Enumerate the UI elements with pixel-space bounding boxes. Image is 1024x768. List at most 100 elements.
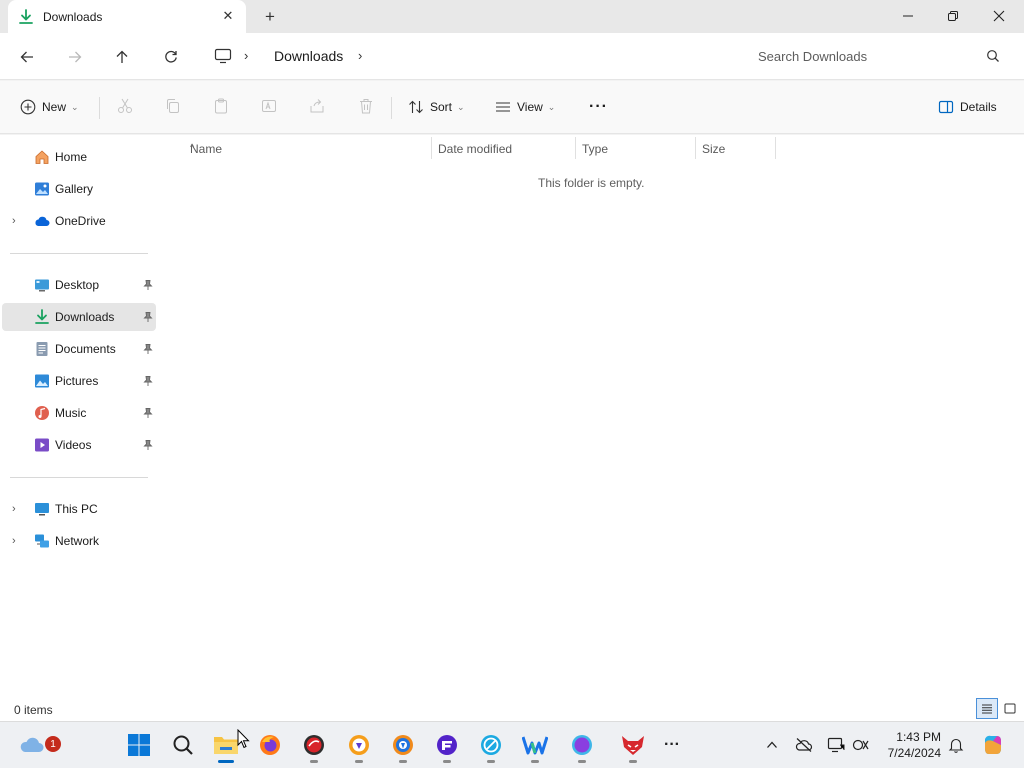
tiles-view-toggle[interactable] (999, 698, 1021, 719)
taskbar-app-purple[interactable] (432, 730, 462, 763)
taskbar-app-blue[interactable] (388, 730, 418, 763)
paste-icon[interactable] (212, 97, 230, 115)
firefox-icon (260, 735, 280, 755)
nav-item-pictures[interactable]: Pictures (2, 367, 156, 395)
column-header-date-modified[interactable]: Date modified (432, 135, 576, 161)
nav-item-downloads[interactable]: Downloads (2, 303, 156, 331)
network-tray-icon[interactable] (852, 736, 870, 754)
details-label: Details (960, 100, 997, 114)
rename-icon[interactable] (260, 97, 278, 115)
breadcrumb-chevron-icon[interactable]: › (244, 48, 248, 63)
running-indicator (487, 760, 495, 763)
taskbar-app-red-orb[interactable] (299, 730, 329, 763)
minimize-button[interactable] (885, 0, 931, 31)
chevron-right-icon[interactable]: › (12, 503, 22, 515)
new-tab-button[interactable]: + (260, 7, 280, 27)
running-indicator (578, 760, 586, 763)
network-status-icon (852, 739, 869, 751)
folder-icon (214, 737, 238, 754)
details-view-icon (982, 704, 992, 713)
nav-item-label: Music (55, 406, 87, 420)
nav-item-videos[interactable]: Videos (2, 431, 156, 459)
search-input[interactable] (758, 46, 978, 66)
sort-label: Sort (430, 100, 453, 114)
column-label: Name (190, 142, 223, 156)
videos-icon (35, 438, 49, 452)
copilot-button[interactable] (981, 733, 1005, 757)
chevron-down-icon: ⌄ (547, 101, 556, 112)
file-list[interactable]: Name ^ Date modified Type Size This fold… (160, 135, 1024, 697)
new-button[interactable]: New ⌄ (20, 95, 79, 119)
column-header-type[interactable]: Type (576, 135, 695, 161)
taskbar-search-button[interactable] (168, 730, 198, 760)
taskbar-app-violet[interactable] (567, 730, 597, 763)
notifications-button[interactable] (947, 736, 965, 754)
forward-button[interactable] (63, 45, 87, 69)
more-options-button[interactable]: ··· (589, 95, 608, 119)
delete-icon[interactable] (357, 97, 375, 115)
nav-item-desktop[interactable]: Desktop (2, 271, 156, 299)
breadcrumb-chevron-icon[interactable]: › (358, 48, 362, 63)
breadcrumb-downloads[interactable]: Downloads (274, 48, 343, 64)
app-purple-icon (437, 735, 457, 755)
address-bar[interactable]: › Downloads › (200, 40, 737, 72)
chevron-right-icon[interactable]: › (12, 535, 22, 547)
view-button[interactable]: View ⌄ (495, 95, 555, 119)
taskbar-firefox[interactable] (255, 730, 285, 760)
column-divider[interactable] (775, 137, 776, 159)
close-tab-icon[interactable]: ✕ (220, 8, 236, 24)
clock-date[interactable]: 7/24/2024 (882, 746, 941, 760)
pin-icon[interactable] (142, 343, 154, 355)
tab-downloads[interactable]: Downloads ✕ (8, 0, 246, 33)
weather-widget[interactable]: 1 (17, 730, 61, 760)
nav-item-onedrive[interactable]: › OneDrive (2, 207, 156, 235)
pin-icon[interactable] (142, 439, 154, 451)
copy-icon[interactable] (164, 97, 182, 115)
nav-item-gallery[interactable]: Gallery (2, 175, 156, 203)
notification-badge: 1 (45, 736, 61, 752)
share-icon[interactable] (308, 97, 326, 115)
taskbar-app-orange[interactable] (344, 730, 374, 763)
show-hidden-icons-button[interactable] (763, 736, 781, 754)
restore-button[interactable] (930, 0, 976, 31)
taskbar-app-w[interactable] (520, 730, 550, 763)
close-window-button[interactable] (976, 0, 1022, 31)
nav-item-this-pc[interactable]: › This PC (2, 495, 156, 523)
nav-item-documents[interactable]: Documents (2, 335, 156, 363)
column-header-size[interactable]: Size (696, 135, 775, 161)
details-view-toggle[interactable] (976, 698, 998, 719)
taskbar-overflow-button[interactable]: ··· (657, 730, 687, 760)
pin-icon[interactable] (142, 279, 154, 291)
sort-ascending-icon: ^ (190, 142, 195, 152)
bell-icon (948, 738, 964, 753)
column-label: Date modified (438, 142, 513, 156)
up-button[interactable] (110, 45, 134, 69)
nav-item-home[interactable]: Home (2, 143, 156, 171)
pin-icon[interactable] (142, 375, 154, 387)
cut-icon[interactable] (116, 97, 134, 115)
nav-divider (10, 253, 148, 254)
back-button[interactable] (15, 45, 39, 69)
onedrive-tray-icon[interactable] (795, 736, 813, 754)
search-box[interactable] (748, 40, 1014, 72)
cloud-icon (35, 216, 50, 226)
chevron-right-icon[interactable]: › (12, 215, 22, 227)
cloud-offline-icon (795, 738, 813, 752)
display-tray-icon[interactable] (827, 736, 845, 754)
nav-item-network[interactable]: › Network (2, 527, 156, 555)
home-icon (35, 150, 49, 164)
nav-divider (10, 477, 148, 478)
refresh-button[interactable] (159, 45, 183, 69)
start-button[interactable] (124, 730, 154, 760)
running-indicator (629, 760, 637, 763)
taskbar-app-fox[interactable] (618, 730, 648, 763)
clock-time[interactable]: 1:43 PM (893, 730, 941, 744)
nav-item-music[interactable]: Music (2, 399, 156, 427)
details-pane-button[interactable]: Details (938, 95, 997, 119)
pin-icon[interactable] (142, 311, 154, 323)
sort-button[interactable]: Sort ⌄ (408, 95, 465, 119)
taskbar-app-cyan[interactable] (476, 730, 506, 763)
pin-icon[interactable] (142, 407, 154, 419)
running-indicator (355, 760, 363, 763)
column-header-name[interactable]: Name ^ (184, 135, 432, 161)
